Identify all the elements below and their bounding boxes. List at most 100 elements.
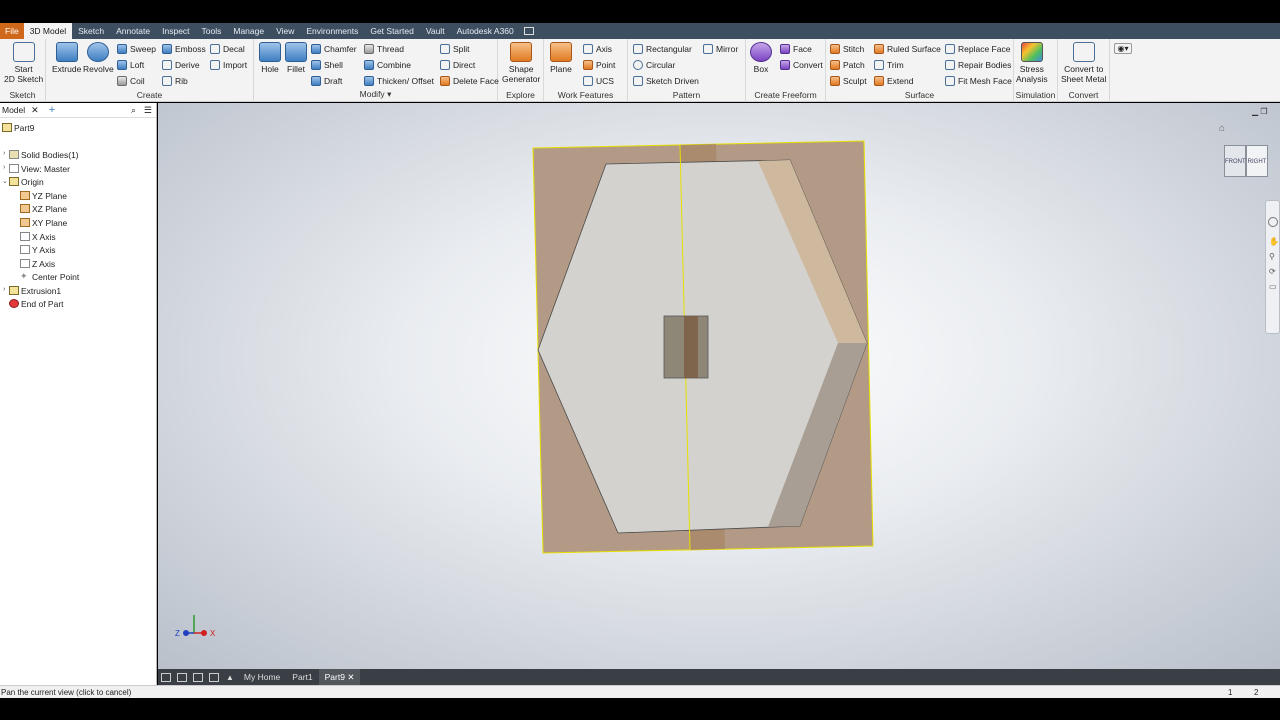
sweep-button[interactable]: Sweep — [117, 43, 156, 55]
panel-title[interactable]: Modify ▾ — [254, 89, 497, 100]
tree-node-view-master[interactable]: View: Master — [9, 162, 70, 175]
viewcube[interactable]: FRONT RIGHT — [1222, 143, 1270, 181]
circular-pattern-button[interactable]: Circular — [633, 59, 675, 71]
menu-icon[interactable]: ☰ — [144, 105, 152, 116]
model-view[interactable]: Z X — [158, 103, 1280, 669]
tab-annotate[interactable]: Annotate — [110, 23, 156, 39]
tab-autodesk-a360[interactable]: Autodesk A360 — [451, 23, 520, 39]
tab-inspect[interactable]: Inspect — [156, 23, 195, 39]
doc-tab-my-home[interactable]: My Home — [238, 669, 286, 685]
tab-manage[interactable]: Manage — [227, 23, 270, 39]
tree-node-end-of-part[interactable]: End of Part — [9, 297, 64, 310]
shell-button[interactable]: Shell — [311, 59, 343, 71]
steering-wheel-icon[interactable] — [1268, 217, 1278, 227]
import-button[interactable]: Import — [210, 59, 247, 71]
delete-face-button[interactable]: Delete Face — [440, 75, 499, 87]
ruled-surface-button[interactable]: Ruled Surface — [874, 43, 941, 55]
tree-node-solid-bodies[interactable]: Solid Bodies(1) — [9, 148, 79, 161]
convert-to-sheet-metal-button[interactable]: Convert to Sheet Metal — [1061, 42, 1106, 84]
extrude-button[interactable]: Extrude — [52, 42, 81, 74]
tree-node-center-point[interactable]: ✦ Center Point — [20, 270, 79, 283]
revolve-button[interactable]: Revolve — [83, 42, 114, 74]
zoom-icon[interactable]: ⚲ — [1269, 252, 1276, 261]
tree-node-yz-plane[interactable]: YZ Plane — [20, 189, 67, 202]
cascade-icon[interactable] — [161, 672, 171, 682]
close-icon[interactable]: ✕ — [347, 672, 354, 682]
tree-node-origin[interactable]: Origin — [9, 175, 44, 188]
search-icon[interactable]: ⌕ — [131, 105, 136, 116]
stress-analysis-button[interactable]: Stress Analysis — [1016, 42, 1048, 84]
thread-button[interactable]: Thread — [364, 43, 404, 55]
plane-button[interactable]: Plane — [550, 42, 572, 74]
expand-icon[interactable]: › — [3, 286, 5, 293]
expand-icon[interactable]: › — [3, 150, 5, 157]
direct-button[interactable]: Direct — [440, 59, 475, 71]
tab-sketch[interactable]: Sketch — [72, 23, 110, 39]
camera-icon[interactable] — [523, 27, 534, 35]
tree-node-xz-plane[interactable]: XZ Plane — [20, 202, 67, 215]
collapse-icon[interactable]: ⌄ — [2, 177, 8, 185]
tab-view[interactable]: View — [270, 23, 300, 39]
start-2d-sketch-button[interactable]: Start 2D Sketch — [4, 42, 43, 84]
tile-icon[interactable] — [177, 672, 187, 682]
fit-mesh-face-button[interactable]: Fit Mesh Face — [945, 75, 1012, 87]
look-at-icon[interactable]: ▭ — [1269, 282, 1277, 291]
browser-tab-model[interactable]: Model — [2, 105, 25, 115]
shape-generator-button[interactable]: Shape Generator — [502, 42, 540, 84]
tile-vertical-icon[interactable] — [209, 672, 219, 682]
home-icon[interactable]: ⌂ — [1219, 123, 1225, 134]
doc-tab-part9[interactable]: Part9 ✕ — [318, 669, 361, 685]
viewcube-right-face[interactable]: RIGHT — [1246, 145, 1268, 177]
graphics-viewport[interactable]: Z X ⌂ FRONT RIGHT ▁ ❐ ✋ ⚲ ⟳ ▭ — [158, 103, 1280, 669]
close-icon[interactable]: ✕ — [31, 105, 39, 116]
trim-button[interactable]: Trim — [874, 59, 904, 71]
patch-button[interactable]: Patch — [830, 59, 865, 71]
axis-button[interactable]: Axis — [583, 43, 612, 55]
repair-bodies-button[interactable]: Repair Bodies — [945, 59, 1011, 71]
tree-node-z-axis[interactable]: Z Axis — [20, 257, 55, 270]
decal-button[interactable]: Decal — [210, 43, 245, 55]
convert-button[interactable]: Convert — [780, 59, 823, 71]
combine-button[interactable]: Combine — [364, 59, 411, 71]
ribbon-options-icon[interactable]: ◉▾ — [1114, 43, 1132, 54]
tree-node-part[interactable]: Part9 — [2, 121, 34, 134]
face-button[interactable]: Face — [780, 43, 812, 55]
thicken-offset-button[interactable]: Thicken/ Offset — [364, 75, 434, 87]
tab-file[interactable]: File — [0, 23, 24, 39]
stitch-button[interactable]: Stitch — [830, 43, 864, 55]
tab-get-started[interactable]: Get Started — [364, 23, 419, 39]
tab-3d-model[interactable]: 3D Model — [23, 23, 73, 39]
extend-button[interactable]: Extend — [874, 75, 913, 87]
draft-button[interactable]: Draft — [311, 75, 342, 87]
orbit-icon[interactable]: ⟳ — [1269, 267, 1276, 276]
point-button[interactable]: Point — [583, 59, 615, 71]
derive-button[interactable]: Derive — [162, 59, 200, 71]
hole-button[interactable]: Hole — [259, 42, 281, 74]
window-restore-icon[interactable]: ▁ ❐ — [1252, 107, 1268, 116]
pan-icon[interactable]: ✋ — [1269, 237, 1279, 246]
split-button[interactable]: Split — [440, 43, 470, 55]
chamfer-button[interactable]: Chamfer — [311, 43, 357, 55]
emboss-button[interactable]: Emboss — [162, 43, 206, 55]
rectangular-pattern-button[interactable]: Rectangular — [633, 43, 692, 55]
viewcube-front-face[interactable]: FRONT — [1224, 145, 1246, 177]
tree-node-extrusion1[interactable]: Extrusion1 — [9, 284, 61, 297]
add-tab-icon[interactable]: + — [49, 104, 55, 116]
fillet-button[interactable]: Fillet — [285, 42, 307, 74]
sculpt-button[interactable]: Sculpt — [830, 75, 867, 87]
replace-face-button[interactable]: Replace Face — [945, 43, 1010, 55]
tab-environments[interactable]: Environments — [300, 23, 364, 39]
arrange-icon[interactable]: ▲ — [226, 673, 234, 682]
tree-node-x-axis[interactable]: X Axis — [20, 230, 56, 243]
expand-icon[interactable]: › — [3, 164, 5, 171]
sketch-driven-pattern-button[interactable]: Sketch Driven — [633, 75, 699, 87]
coil-button[interactable]: Coil — [117, 75, 145, 87]
loft-button[interactable]: Loft — [117, 59, 144, 71]
rib-button[interactable]: Rib — [162, 75, 188, 87]
ucs-button[interactable]: UCS — [583, 75, 614, 87]
tree-node-y-axis[interactable]: Y Axis — [20, 243, 55, 256]
box-button[interactable]: Box — [750, 42, 772, 74]
tree-node-xy-plane[interactable]: XY Plane — [20, 216, 67, 229]
tab-vault[interactable]: Vault — [420, 23, 451, 39]
tile-horizontal-icon[interactable] — [193, 672, 203, 682]
